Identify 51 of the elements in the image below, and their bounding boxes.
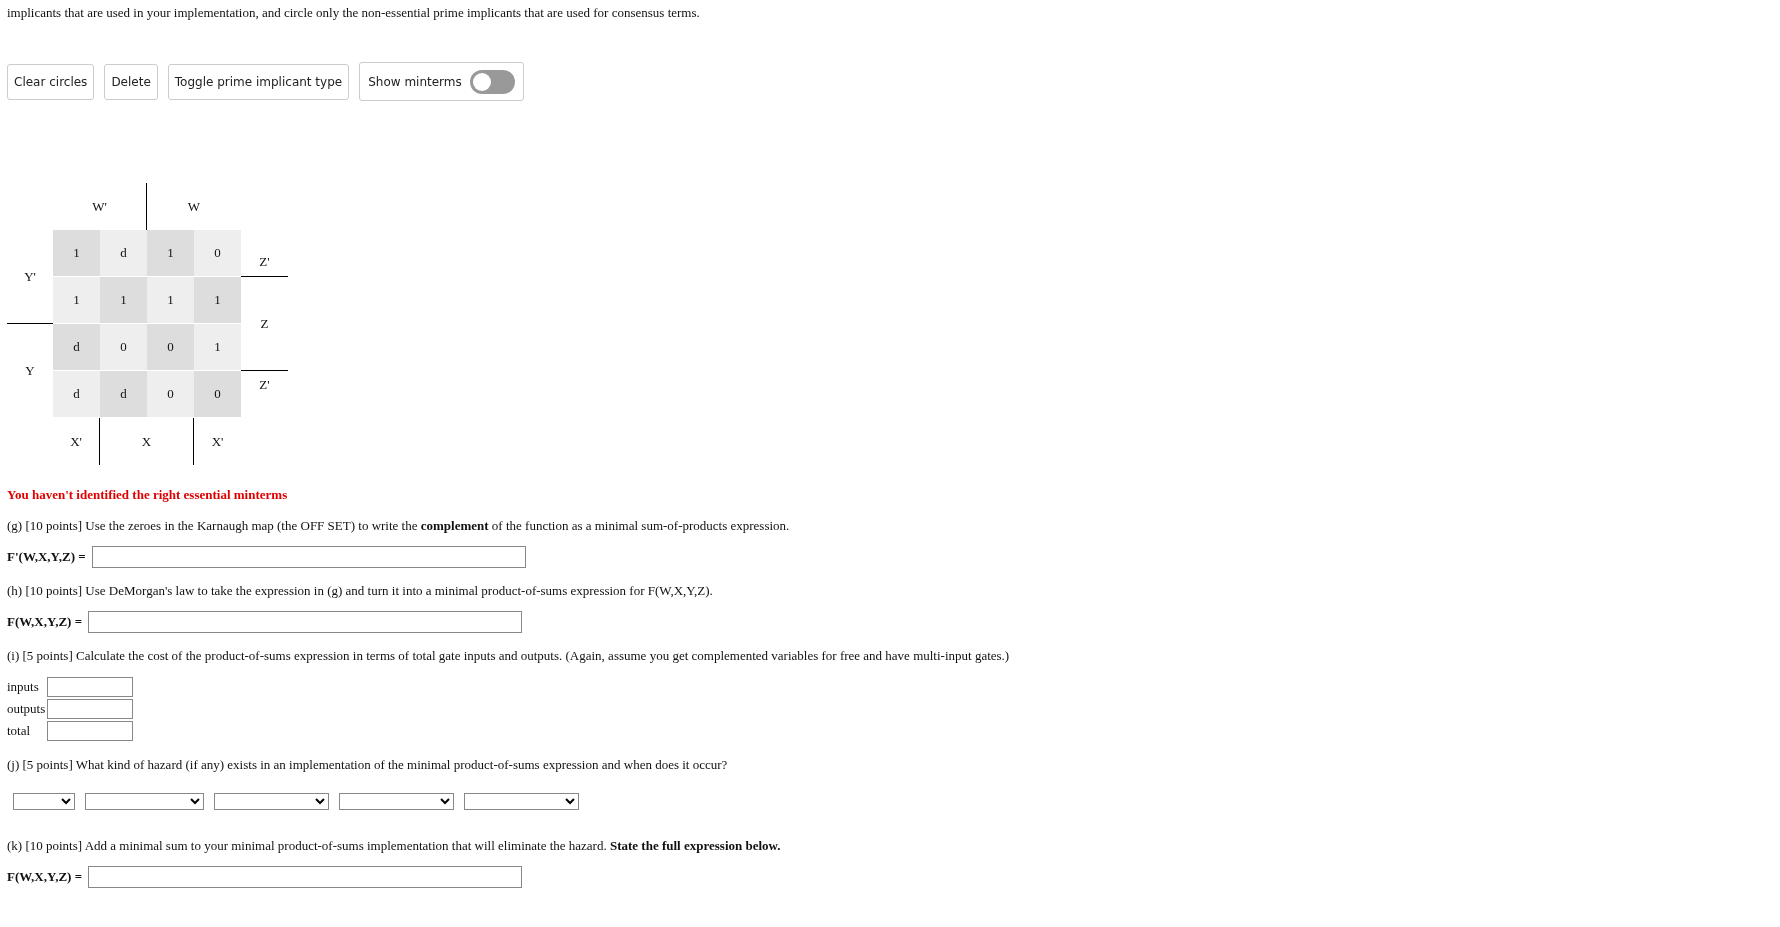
column-label: W xyxy=(187,198,201,215)
kmap-cell[interactable]: d xyxy=(53,324,100,371)
kmap-cell[interactable]: 1 xyxy=(53,277,100,324)
kmap-cell[interactable]: 0 xyxy=(194,371,241,418)
kmap-cell[interactable]: d xyxy=(100,230,147,277)
expression-input[interactable] xyxy=(91,546,526,568)
question-text: (k) [10 points] Add a minimal sum to your minimal product-of-sums implementation that will eliminate the hazard. State the full expression below. xyxy=(7,838,782,854)
column-label: X' xyxy=(211,433,224,450)
row-label: Z' xyxy=(259,254,270,270)
question-text: (g) [10 points] Use the zeroes in the Karnaugh map (the OFF SET) to write the complement of the function as a minimal sum-of-products expression. xyxy=(7,518,791,534)
column-label: W' xyxy=(92,198,107,215)
expression-label: F'(W,X,Y,Z) = xyxy=(7,549,86,565)
kmap-cell[interactable]: 0 xyxy=(194,230,241,277)
column-label: X' xyxy=(70,433,82,450)
toolbar-button[interactable]: Toggle prime implicant type xyxy=(167,63,350,100)
question-text: (j) [5 points] What kind of hazard (if any) exists in an implementation of the minimal product-of-sums expression and when does it occur? xyxy=(7,757,729,773)
expression-input[interactable] xyxy=(88,611,523,633)
error-message: You haven't identified the right essential minterms xyxy=(7,487,289,503)
question-text: (h) [10 points] Use DeMorgan's law to take the expression in (g) and turn it into a minimal product-of-sums expression for F(W,X,Y,Z). xyxy=(7,583,714,599)
instructions-text: implicants that are used in your implementation, and circle only the non-essential prime implicants that are used for consensus terms. xyxy=(7,4,701,20)
kmap-cell[interactable]: 1 xyxy=(147,277,194,324)
expression-label: F(W,X,Y,Z) = xyxy=(7,869,83,885)
kmap-cell[interactable]: 1 xyxy=(147,230,194,277)
hazard-dropdown[interactable] xyxy=(13,793,75,810)
kmap-cell[interactable]: 1 xyxy=(53,230,100,277)
cost-label: total xyxy=(7,723,31,738)
expression-input[interactable] xyxy=(88,866,523,888)
cost-input[interactable] xyxy=(47,699,134,719)
row-label: Y xyxy=(25,363,35,379)
expression-label: F(W,X,Y,Z) = xyxy=(7,614,83,630)
toggle-switch[interactable] xyxy=(469,69,515,94)
toolbar-button[interactable]: Clear circles xyxy=(7,63,95,100)
kmap-cell[interactable]: 0 xyxy=(100,324,147,371)
cost-input[interactable] xyxy=(47,721,134,741)
cost-label: outputs xyxy=(7,701,46,716)
kmap-cell[interactable]: 0 xyxy=(147,371,194,418)
kmap-cell[interactable]: 1 xyxy=(100,277,147,324)
kmap-cell[interactable]: d xyxy=(100,371,147,418)
toolbar-button[interactable]: Delete xyxy=(104,63,158,100)
row-label: Z xyxy=(260,315,269,332)
question-text: (i) [5 points] Calculate the cost of the product-of-sums expression in terms of total gate inputs and outputs. (Again, assume you get complemented variables for free and have multi-input gates.) xyxy=(7,648,1011,664)
kmap-cell[interactable]: 0 xyxy=(147,324,194,371)
row-label: Y' xyxy=(24,268,36,285)
toggle-label: Show minterms xyxy=(368,74,462,89)
kmap-cell[interactable]: d xyxy=(53,371,100,418)
row-label: Z' xyxy=(259,377,270,393)
kmap-cell[interactable]: 1 xyxy=(194,324,241,371)
cost-label: inputs xyxy=(7,679,39,694)
cost-input[interactable] xyxy=(47,677,134,697)
column-label: X xyxy=(141,433,152,450)
kmap-cell[interactable]: 1 xyxy=(194,277,241,324)
